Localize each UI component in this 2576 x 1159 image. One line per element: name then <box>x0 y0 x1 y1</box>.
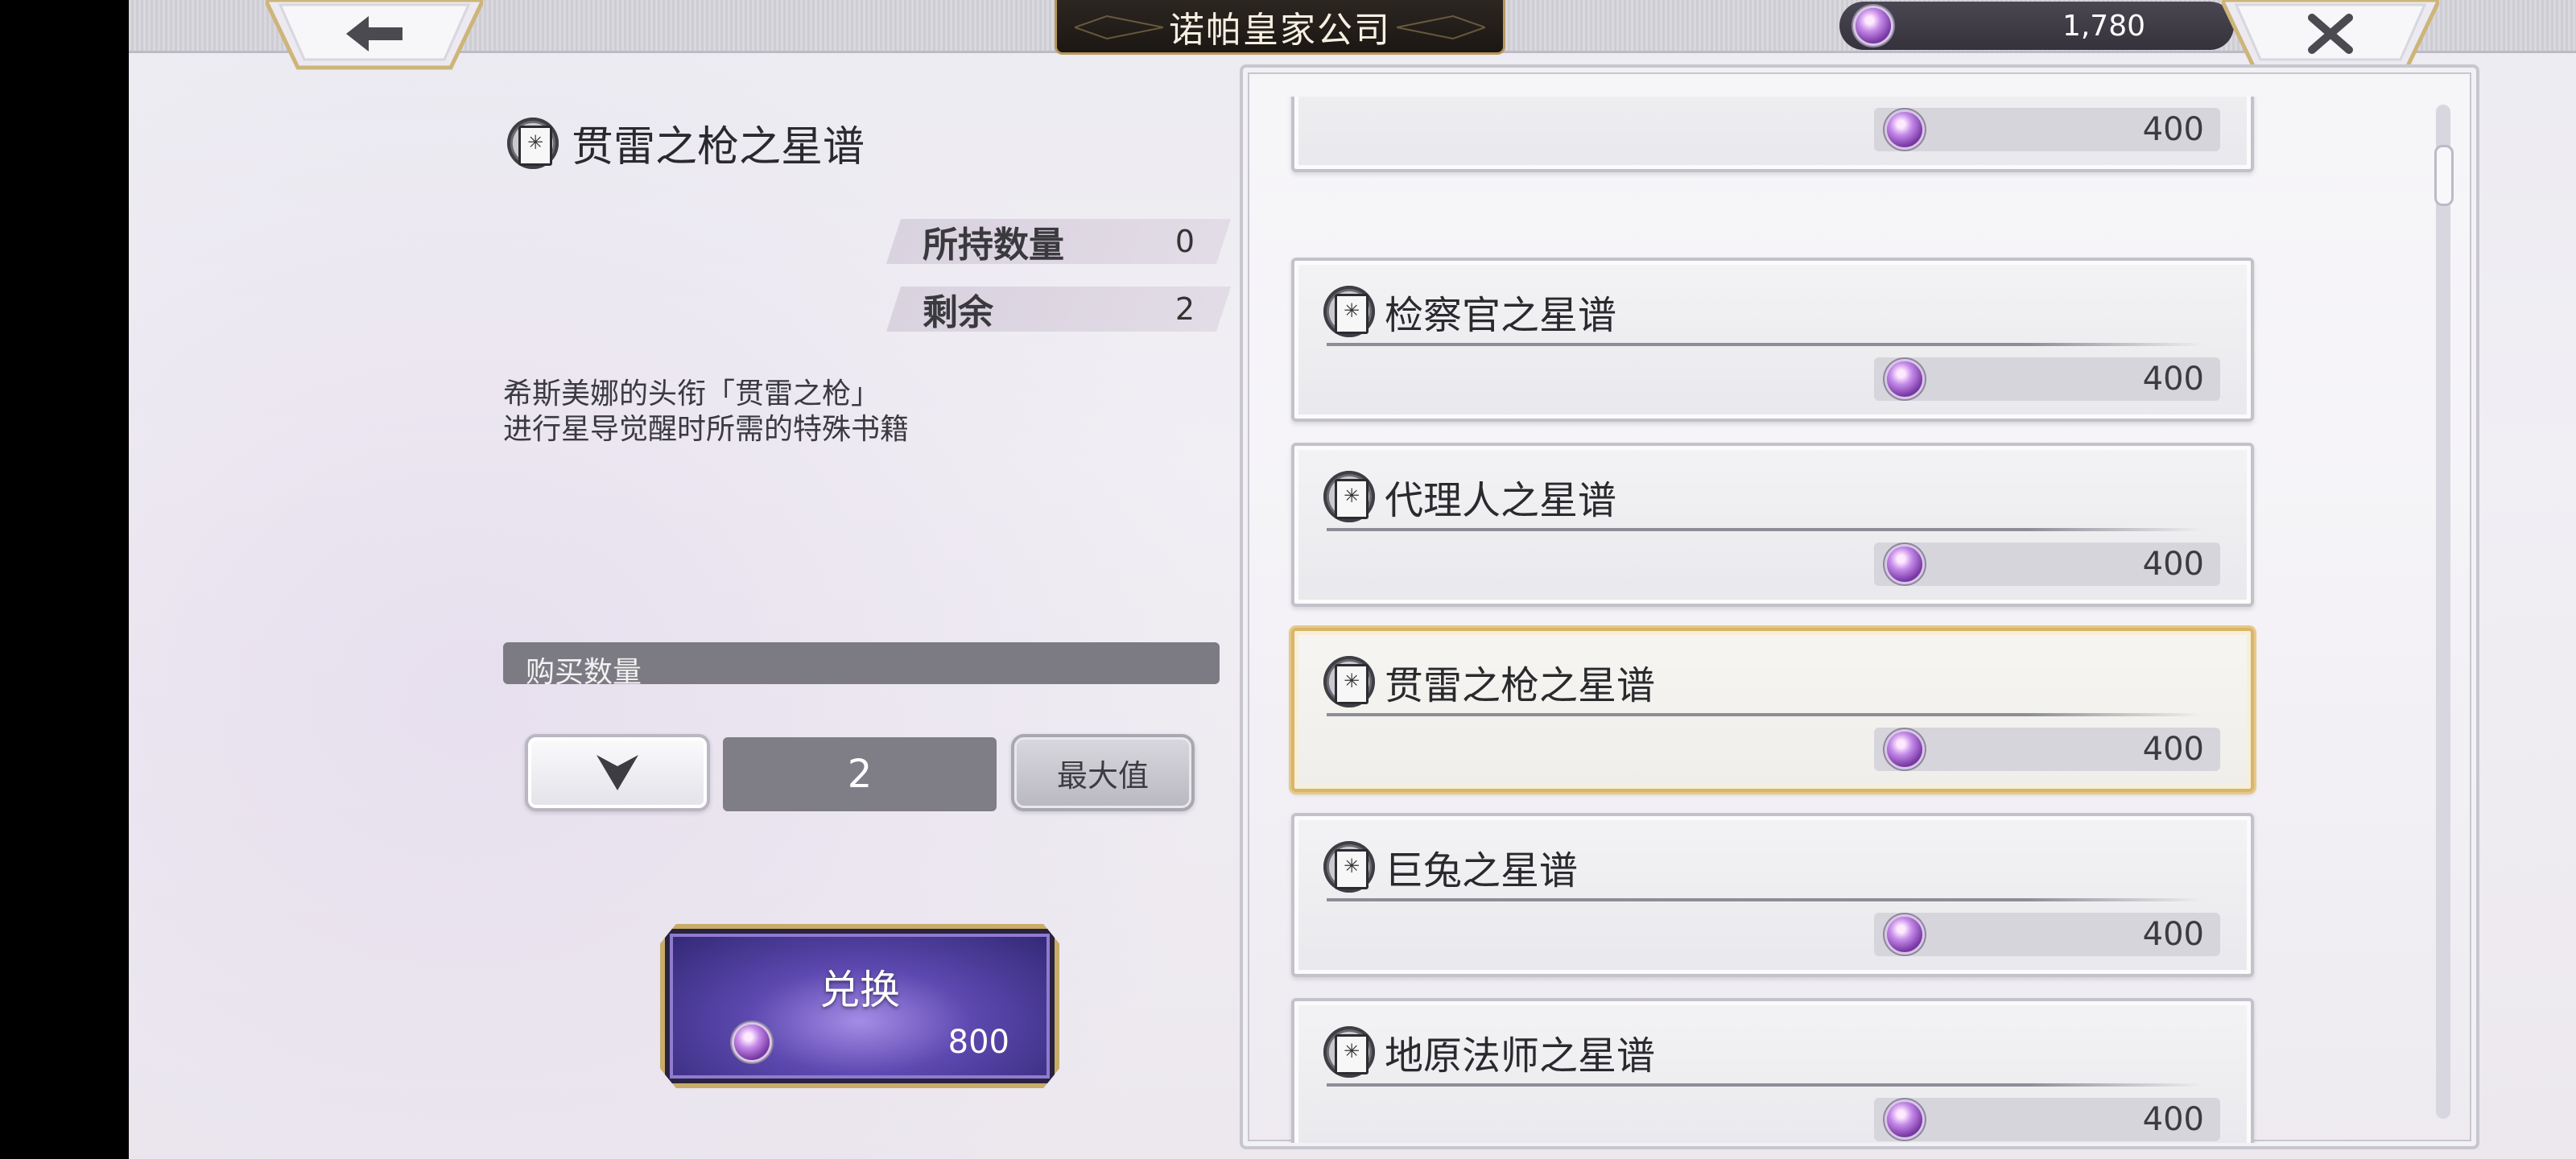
item-name: 地原法师之星谱 <box>1385 1033 1656 1079</box>
remaining-row: 剩余 2 <box>886 287 1232 333</box>
exchange-cost-value: 800 <box>947 1024 1009 1061</box>
close-icon <box>2308 14 2353 54</box>
item-price-value: 400 <box>2142 546 2204 583</box>
item-header: 巨兔之星谱 <box>1323 839 1578 895</box>
item-divider <box>1327 343 2202 346</box>
item-price: 400 <box>1874 108 2220 151</box>
item-price: 400 <box>1874 728 2220 771</box>
item-name: 代理人之星谱 <box>1385 478 1617 523</box>
exchange-label: 兑换 <box>819 967 900 1013</box>
item-price-value: 400 <box>2142 111 2204 148</box>
item-price-value: 400 <box>2142 1101 2204 1138</box>
item-name: 贯雷之枪之星谱 <box>1385 663 1656 708</box>
gem-icon <box>1887 361 1922 397</box>
item-price-value: 400 <box>2142 731 2204 768</box>
item-header: 地原法师之星谱 <box>1323 1024 1655 1080</box>
book-icon <box>1323 1026 1375 1078</box>
currency-display: 1,780 <box>1839 2 2234 50</box>
book-icon <box>507 117 559 169</box>
item-name: 巨兔之星谱 <box>1385 848 1579 893</box>
held-quantity-label: 所持数量 <box>923 225 1064 266</box>
scrollbar-track[interactable] <box>2436 105 2450 1119</box>
ornament-right-icon <box>1397 14 1485 40</box>
held-quantity-value: 0 <box>1174 224 1195 259</box>
arrow-left-icon <box>346 16 402 52</box>
shop-item[interactable]: 地原法师之星谱 400 <box>1291 998 2254 1143</box>
item-price-value: 400 <box>2142 916 2204 953</box>
item-detail-name: 贯雷之枪之星谱 <box>572 123 865 171</box>
shop-item-selected[interactable]: 贯雷之枪之星谱 400 <box>1291 628 2254 792</box>
exchange-cost: 800 <box>734 1024 1009 1061</box>
item-header: 贯雷之枪之星谱 <box>1323 654 1655 710</box>
back-button[interactable] <box>266 0 483 74</box>
item-header: 检察官之星谱 <box>1323 283 1616 340</box>
item-divider <box>1327 1083 2202 1087</box>
gem-icon <box>734 1025 770 1060</box>
page-title-plate: 诺帕皇家公司 <box>1055 0 1505 55</box>
shop-item-partial[interactable]: 400 <box>1291 97 2254 172</box>
book-icon <box>1323 471 1375 522</box>
close-button[interactable] <box>2222 0 2439 74</box>
item-price: 400 <box>1874 542 2220 586</box>
item-description: 希斯美娜的头衔「贯雷之枪」 进行星导觉醒时所需的特殊书籍 <box>503 377 1228 448</box>
gem-icon <box>1887 547 1922 582</box>
gem-icon <box>1887 112 1922 147</box>
item-name: 检察官之星谱 <box>1385 293 1617 338</box>
remaining-value: 2 <box>1174 291 1195 327</box>
quantity-field[interactable]: 2 <box>723 737 997 811</box>
max-quantity-button[interactable]: 最大值 <box>1011 734 1195 811</box>
purchase-quantity-label: 购买数量 <box>503 642 1220 684</box>
remaining-label: 剩余 <box>923 292 993 333</box>
shop-item-list[interactable]: 400 检察官之星谱 400 代理人之星谱 <box>1240 97 2447 1143</box>
shop-item-list-panel: 400 检察官之星谱 400 代理人之星谱 <box>1240 64 2479 1149</box>
item-detail-header: 贯雷之枪之星谱 <box>507 113 865 173</box>
page-title: 诺帕皇家公司 <box>1169 9 1391 51</box>
book-icon <box>1323 841 1375 893</box>
item-divider <box>1327 898 2202 901</box>
description-line: 希斯美娜的头衔「贯雷之枪」 <box>503 377 881 410</box>
ornament-left-icon <box>1075 14 1163 40</box>
decrease-quantity-button[interactable] <box>525 734 710 811</box>
exchange-button[interactable]: 兑换 800 <box>660 924 1059 1088</box>
shop-item[interactable]: 代理人之星谱 400 <box>1291 443 2254 607</box>
item-price: 400 <box>1874 913 2220 956</box>
book-icon <box>1323 656 1375 707</box>
shop-screen: 诺帕皇家公司 1,780 贯雷之枪之星谱 所持数量 0 剩余 2 希斯美娜的头衔… <box>129 0 2576 1159</box>
item-header: 代理人之星谱 <box>1323 468 1616 525</box>
currency-amount: 1,780 <box>2062 9 2145 43</box>
item-price: 400 <box>1874 1098 2220 1141</box>
item-price: 400 <box>1874 357 2220 401</box>
gem-icon <box>1856 8 1891 43</box>
gem-icon <box>1887 917 1922 952</box>
gem-icon <box>1887 1102 1922 1137</box>
scrollbar-thumb[interactable] <box>2434 145 2454 206</box>
shop-item[interactable]: 巨兔之星谱 400 <box>1291 813 2254 977</box>
description-line: 进行星导觉醒时所需的特殊书籍 <box>503 413 910 446</box>
item-divider <box>1327 528 2202 531</box>
shop-item[interactable]: 检察官之星谱 400 <box>1291 258 2254 422</box>
held-quantity-row: 所持数量 0 <box>886 219 1232 266</box>
item-divider <box>1327 713 2202 716</box>
item-price-value: 400 <box>2142 361 2204 398</box>
chevron-down-icon <box>597 755 638 790</box>
gem-icon <box>1887 732 1922 767</box>
book-icon <box>1323 286 1375 337</box>
